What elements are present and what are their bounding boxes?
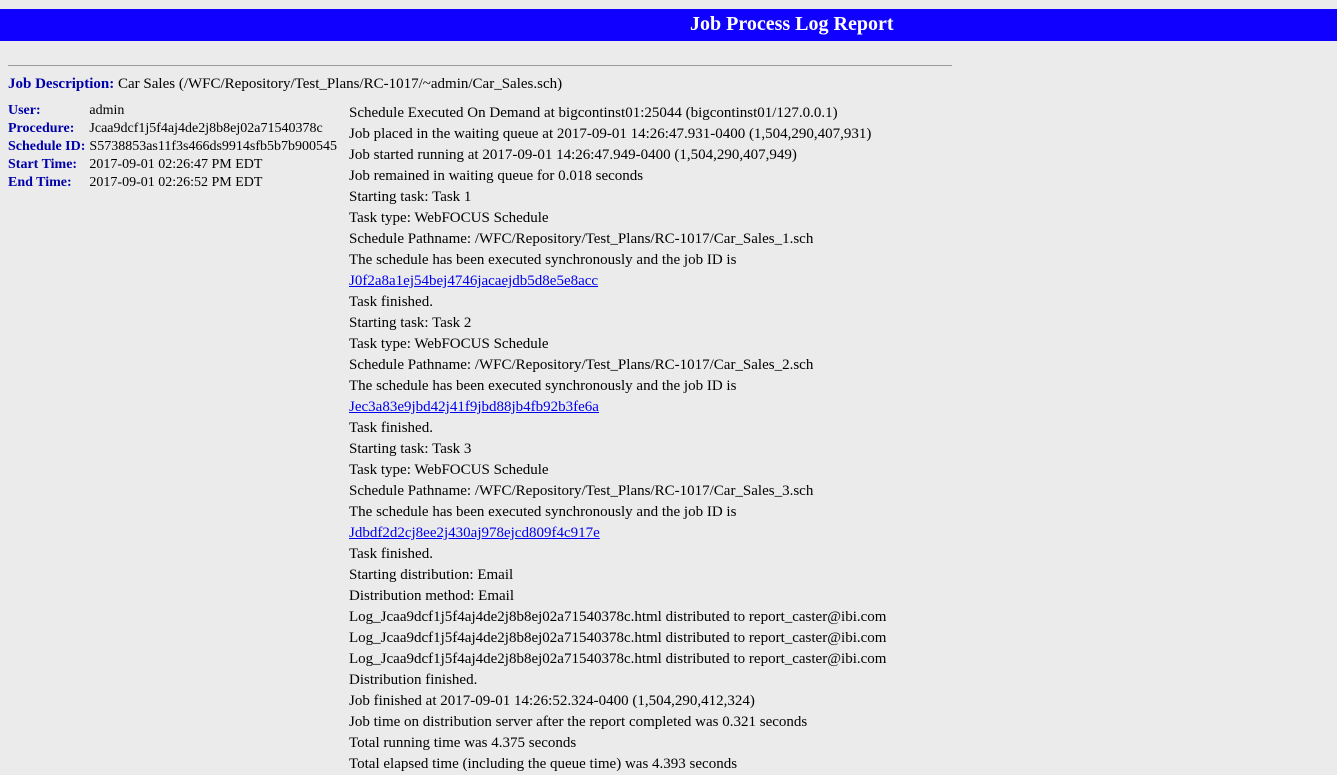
log-text: Distribution method: Email <box>349 588 514 604</box>
log-text: Total elapsed time (including the queue … <box>349 756 737 772</box>
log-line: Job time on distribution server after th… <box>349 712 952 733</box>
log-text: Task type: WebFOCUS Schedule <box>349 210 549 226</box>
log-text: Task finished. <box>349 420 433 436</box>
log-line: Log_Jcaa9dcf1j5f4aj4de2j8b8ej02a71540378… <box>349 607 952 628</box>
meta-row-end-time: End Time: 2017-09-01 02:26:52 PM EDT <box>8 175 341 193</box>
log-text: Log_Jcaa9dcf1j5f4aj4de2j8b8ej02a71540378… <box>349 630 886 646</box>
log-text: Schedule Executed On Demand at bigcontin… <box>349 105 838 121</box>
main-row: User: admin Procedure: Jcaa9dcf1j5f4aj4d… <box>8 103 952 775</box>
log-line: Total elapsed time (including the queue … <box>349 754 952 775</box>
log-line: Starting task: Task 1 <box>349 187 952 208</box>
meta-row-schedule-id: Schedule ID: S5738853as11f3s466ds9914sfb… <box>8 139 341 157</box>
log-text: Task finished. <box>349 294 433 310</box>
log-line: Schedule Pathname: /WFC/Repository/Test_… <box>349 355 952 376</box>
log-text: Starting task: Task 2 <box>349 315 471 331</box>
procedure-label: Procedure: <box>8 121 89 139</box>
log-line: Task finished. <box>349 544 952 565</box>
meta-row-start-time: Start Time: 2017-09-01 02:26:47 PM EDT <box>8 157 341 175</box>
log-text: The schedule has been executed synchrono… <box>349 504 736 520</box>
job-description-value: Car Sales (/WFC/Repository/Test_Plans/RC… <box>118 76 562 92</box>
end-time-label: End Time: <box>8 175 89 193</box>
user-label: User: <box>8 103 89 121</box>
report-content: Job Description: Car Sales (/WFC/Reposit… <box>0 41 960 775</box>
log-line: Job started running at 2017-09-01 14:26:… <box>349 145 952 166</box>
job-description-row: Job Description: Car Sales (/WFC/Reposit… <box>8 76 952 93</box>
log-text: Total running time was 4.375 seconds <box>349 735 576 751</box>
divider <box>8 65 952 66</box>
job-description-label: Job Description: <box>8 76 114 92</box>
log-line: Starting task: Task 2 <box>349 313 952 334</box>
log-text: Schedule Pathname: /WFC/Repository/Test_… <box>349 357 813 373</box>
schedule-id-value: S5738853as11f3s466ds9914sfb5b7b900545 <box>89 139 341 157</box>
log-line: The schedule has been executed synchrono… <box>349 502 952 544</box>
log-text: Schedule Pathname: /WFC/Repository/Test_… <box>349 483 813 499</box>
log-line: Job placed in the waiting queue at 2017-… <box>349 124 952 145</box>
log-text: Log_Jcaa9dcf1j5f4aj4de2j8b8ej02a71540378… <box>349 651 886 667</box>
meta-row-user: User: admin <box>8 103 341 121</box>
log-text: Task type: WebFOCUS Schedule <box>349 336 549 352</box>
log-line: Schedule Pathname: /WFC/Repository/Test_… <box>349 229 952 250</box>
log-line: Task type: WebFOCUS Schedule <box>349 460 952 481</box>
job-id-link[interactable]: Jec3a83e9jbd42j41f9jbd88jb4fb92b3fe6a <box>349 399 599 415</box>
log-text: Task finished. <box>349 546 433 562</box>
log-text: Job remained in waiting queue for 0.018 … <box>349 168 643 184</box>
log-text: The schedule has been executed synchrono… <box>349 252 736 268</box>
log-text: Task type: WebFOCUS Schedule <box>349 462 549 478</box>
log-text: Job started running at 2017-09-01 14:26:… <box>349 147 797 163</box>
meta-row-procedure: Procedure: Jcaa9dcf1j5f4aj4de2j8b8ej02a7… <box>8 121 341 139</box>
log-line: Task finished. <box>349 292 952 313</box>
end-time-value: 2017-09-01 02:26:52 PM EDT <box>89 175 341 193</box>
log-text: Job placed in the waiting queue at 2017-… <box>349 126 871 142</box>
log-text: Job finished at 2017-09-01 14:26:52.324-… <box>349 693 755 709</box>
log-line: Task type: WebFOCUS Schedule <box>349 208 952 229</box>
start-time-label: Start Time: <box>8 157 89 175</box>
log-line: Starting task: Task 3 <box>349 439 952 460</box>
log-text: Log_Jcaa9dcf1j5f4aj4de2j8b8ej02a71540378… <box>349 609 886 625</box>
log-text: Schedule Pathname: /WFC/Repository/Test_… <box>349 231 813 247</box>
log-text: Starting task: Task 3 <box>349 441 471 457</box>
log-line: Schedule Pathname: /WFC/Repository/Test_… <box>349 481 952 502</box>
meta-column: User: admin Procedure: Jcaa9dcf1j5f4aj4d… <box>8 103 349 193</box>
log-text: Starting task: Task 1 <box>349 189 471 205</box>
log-line: Log_Jcaa9dcf1j5f4aj4de2j8b8ej02a71540378… <box>349 649 952 670</box>
log-line: Total running time was 4.375 seconds <box>349 733 952 754</box>
job-id-link[interactable]: J0f2a8a1ej54bej4746jacaejdb5d8e5e8acc <box>349 273 598 289</box>
user-value: admin <box>89 103 341 121</box>
log-line: Distribution method: Email <box>349 586 952 607</box>
procedure-value: Jcaa9dcf1j5f4aj4de2j8b8ej02a71540378c <box>89 121 341 139</box>
job-id-link[interactable]: Jdbdf2d2cj8ee2j430aj978ejcd809f4c917e <box>349 525 600 541</box>
log-line: Starting distribution: Email <box>349 565 952 586</box>
start-time-value: 2017-09-01 02:26:47 PM EDT <box>89 157 341 175</box>
log-text: Starting distribution: Email <box>349 567 513 583</box>
log-line: Schedule Executed On Demand at bigcontin… <box>349 103 952 124</box>
log-line: The schedule has been executed synchrono… <box>349 376 952 418</box>
log-line: Distribution finished. <box>349 670 952 691</box>
log-text: Distribution finished. <box>349 672 477 688</box>
log-line: Job finished at 2017-09-01 14:26:52.324-… <box>349 691 952 712</box>
log-text: Job time on distribution server after th… <box>349 714 807 730</box>
log-line: Log_Jcaa9dcf1j5f4aj4de2j8b8ej02a71540378… <box>349 628 952 649</box>
log-column: Schedule Executed On Demand at bigcontin… <box>349 103 952 775</box>
report-title: Job Process Log Report <box>0 13 960 36</box>
report-banner: Job Process Log Report <box>0 9 1337 41</box>
log-text: The schedule has been executed synchrono… <box>349 378 736 394</box>
schedule-id-label: Schedule ID: <box>8 139 89 157</box>
log-line: Job remained in waiting queue for 0.018 … <box>349 166 952 187</box>
log-line: Task type: WebFOCUS Schedule <box>349 334 952 355</box>
meta-table: User: admin Procedure: Jcaa9dcf1j5f4aj4d… <box>8 103 341 193</box>
log-line: The schedule has been executed synchrono… <box>349 250 952 292</box>
log-line: Task finished. <box>349 418 952 439</box>
